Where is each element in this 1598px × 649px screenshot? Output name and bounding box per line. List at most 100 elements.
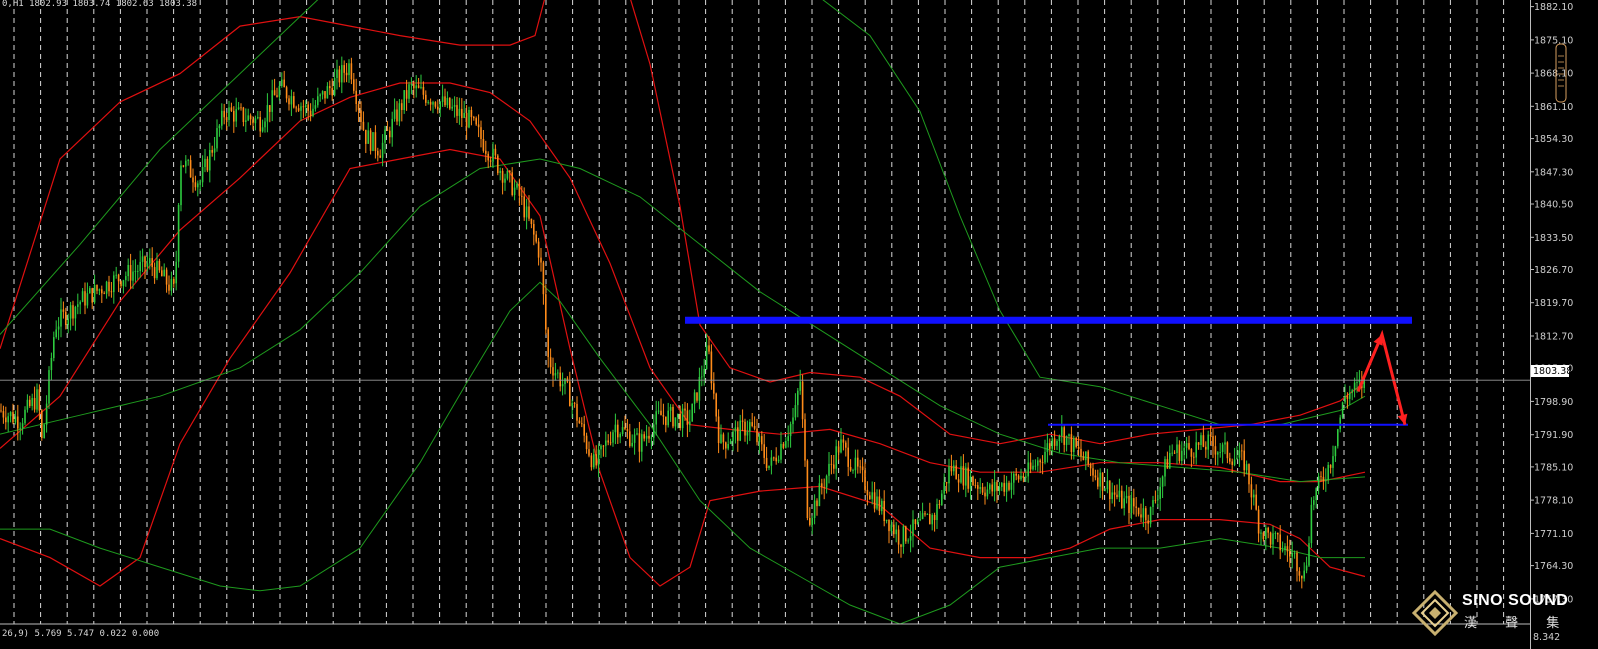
candle-body bbox=[225, 117, 228, 120]
candle-body bbox=[295, 107, 297, 109]
candle-body bbox=[391, 118, 393, 138]
candle-body bbox=[924, 513, 926, 515]
candle-body bbox=[909, 536, 912, 541]
candle-body bbox=[768, 465, 770, 468]
candle-body bbox=[218, 125, 221, 129]
candle-body bbox=[1061, 427, 1063, 437]
logo-subtitle: 漢 聲 集 bbox=[1464, 616, 1572, 631]
chart-canvas[interactable]: 1882.10 1875.10 1868.10 1861.10 1854.30 1847.… bbox=[0, 0, 1598, 649]
candle-body bbox=[372, 132, 374, 151]
price-tick-label: 1833.50 bbox=[1534, 233, 1573, 244]
candle-body bbox=[859, 466, 861, 468]
candle-body bbox=[1173, 452, 1176, 454]
candle-body bbox=[801, 381, 804, 420]
candle-body bbox=[1284, 546, 1286, 550]
candle-body bbox=[1193, 456, 1195, 458]
candle-body bbox=[931, 515, 933, 525]
candle-body bbox=[1135, 506, 1137, 508]
price-tick-label: 1791.90 bbox=[1534, 430, 1573, 441]
candle-body bbox=[708, 345, 710, 352]
candle-body bbox=[818, 483, 821, 507]
candle-body bbox=[607, 440, 609, 443]
price-tick-label: 1875.10 bbox=[1534, 35, 1573, 46]
price-tick-label: 1798.90 bbox=[1534, 397, 1573, 408]
candle-body bbox=[153, 267, 156, 279]
candle-body bbox=[1341, 402, 1344, 418]
candle-body bbox=[237, 107, 240, 110]
price-tick-label: 1819.70 bbox=[1534, 298, 1573, 309]
candle-body bbox=[1315, 488, 1317, 500]
candle-body bbox=[907, 540, 909, 542]
candle-body bbox=[861, 466, 864, 471]
candle-body bbox=[890, 524, 893, 532]
candle-body bbox=[254, 118, 257, 124]
candle-body bbox=[797, 390, 799, 406]
candle-body bbox=[1149, 507, 1152, 524]
candle-body bbox=[1279, 534, 1281, 551]
candle-body bbox=[72, 305, 74, 319]
candle-body bbox=[1236, 457, 1238, 460]
candle-body bbox=[221, 110, 223, 126]
price-chart[interactable]: 1882.10 1875.10 1868.10 1861.10 1854.30 1847.… bbox=[0, 0, 1598, 649]
candle-body bbox=[1303, 570, 1305, 579]
candle-body bbox=[55, 329, 57, 337]
candle-body bbox=[125, 276, 127, 281]
candle-body bbox=[384, 129, 386, 143]
candle-body bbox=[38, 389, 41, 411]
candle-body bbox=[501, 170, 504, 183]
candle-body bbox=[1332, 456, 1334, 468]
candle-body bbox=[405, 90, 408, 99]
candle-body bbox=[746, 431, 749, 436]
horizontal-levels[interactable] bbox=[685, 316, 1412, 426]
candle-body bbox=[69, 305, 72, 319]
candle-body bbox=[173, 279, 175, 284]
candle-body bbox=[933, 515, 936, 520]
candle-body bbox=[825, 475, 828, 488]
projection-arrow[interactable] bbox=[1356, 329, 1408, 426]
candle-body bbox=[1080, 448, 1082, 457]
candle-body bbox=[1147, 520, 1149, 524]
candle-body bbox=[897, 529, 900, 545]
candle-body bbox=[1205, 446, 1207, 450]
candle-body bbox=[144, 256, 146, 267]
candle-body bbox=[775, 457, 777, 462]
candle-body bbox=[129, 265, 132, 281]
candle-body bbox=[1017, 475, 1020, 480]
candle-body bbox=[1161, 476, 1164, 487]
candle-body bbox=[1058, 436, 1061, 441]
candle-body bbox=[588, 449, 590, 456]
candle-body bbox=[638, 433, 641, 452]
candle-body bbox=[1339, 417, 1341, 430]
candle-body bbox=[605, 440, 607, 446]
candle-body bbox=[98, 289, 101, 291]
candle-body bbox=[81, 291, 84, 302]
candle-body bbox=[189, 160, 192, 178]
candle-body bbox=[213, 148, 216, 153]
candle-body bbox=[84, 291, 86, 306]
candle-body bbox=[953, 465, 955, 472]
candle-body bbox=[926, 514, 929, 515]
candle-body bbox=[1267, 527, 1269, 533]
candle-body bbox=[1221, 444, 1224, 452]
candle-body bbox=[696, 392, 698, 401]
candle-body bbox=[917, 519, 919, 524]
candle-body bbox=[938, 504, 941, 505]
candle-body bbox=[86, 293, 89, 306]
candle-body bbox=[470, 110, 473, 118]
candle-body bbox=[1356, 382, 1358, 383]
candle-body bbox=[269, 105, 271, 112]
candle-body bbox=[773, 457, 775, 459]
bollinger-green-upper bbox=[0, 0, 319, 335]
candle-body bbox=[475, 118, 477, 125]
arrow-path[interactable] bbox=[1356, 329, 1407, 426]
candle-body bbox=[876, 496, 878, 509]
candle-body bbox=[633, 434, 636, 443]
candle-body bbox=[1145, 508, 1147, 521]
candle-body bbox=[595, 454, 597, 466]
candle-body bbox=[137, 271, 139, 272]
candle-body bbox=[1241, 450, 1243, 452]
candle-body bbox=[465, 112, 468, 128]
indicator-panel bbox=[0, 624, 1530, 649]
candle-body bbox=[1209, 434, 1212, 437]
candle-body bbox=[905, 526, 907, 542]
